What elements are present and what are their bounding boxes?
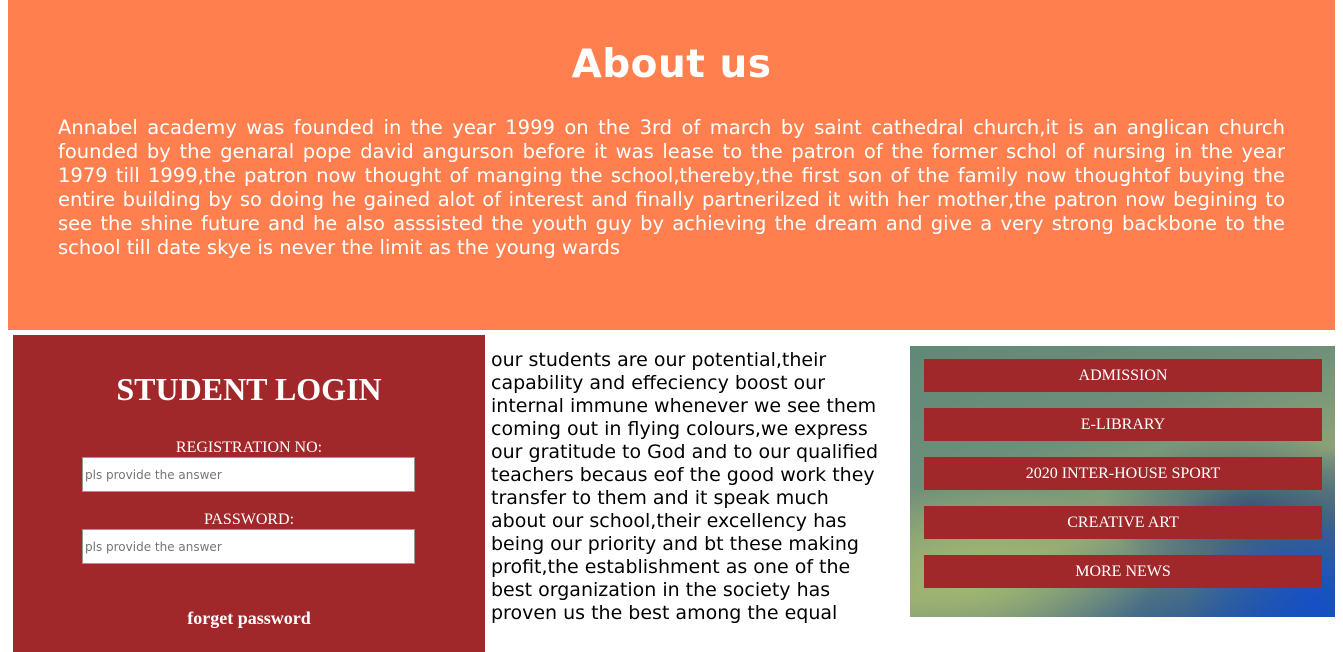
menu-item-more-news[interactable]: MORE NEWS [924,555,1322,588]
menu-item-creative-art[interactable]: CREATIVE ART [924,506,1322,539]
login-title: STUDENT LOGIN [116,371,382,407]
side-menu: ADMISSION E-LIBRARY 2020 INTER-HOUSE SPO… [910,346,1335,617]
about-section: About us Annabel academy was founded in … [8,0,1335,330]
password-label: PASSWORD: [203,511,295,528]
about-body: Annabel academy was founded in the year … [58,116,1285,259]
registration-input[interactable] [82,457,415,492]
menu-item-e-library[interactable]: E-LIBRARY [924,408,1322,441]
menu-item-inter-house-sport[interactable]: 2020 INTER-HOUSE SPORT [924,457,1322,490]
forget-password-link[interactable]: forget password [13,608,485,629]
students-text: our students are our potential,their cap… [491,349,879,624]
student-login-panel: STUDENT LOGIN REGISTRATION NO: PASSWORD:… [13,335,485,652]
registration-label: REGISTRATION NO: [175,439,323,456]
menu-item-admission[interactable]: ADMISSION [924,359,1322,392]
about-title: About us [571,42,772,87]
password-input[interactable] [82,529,415,564]
